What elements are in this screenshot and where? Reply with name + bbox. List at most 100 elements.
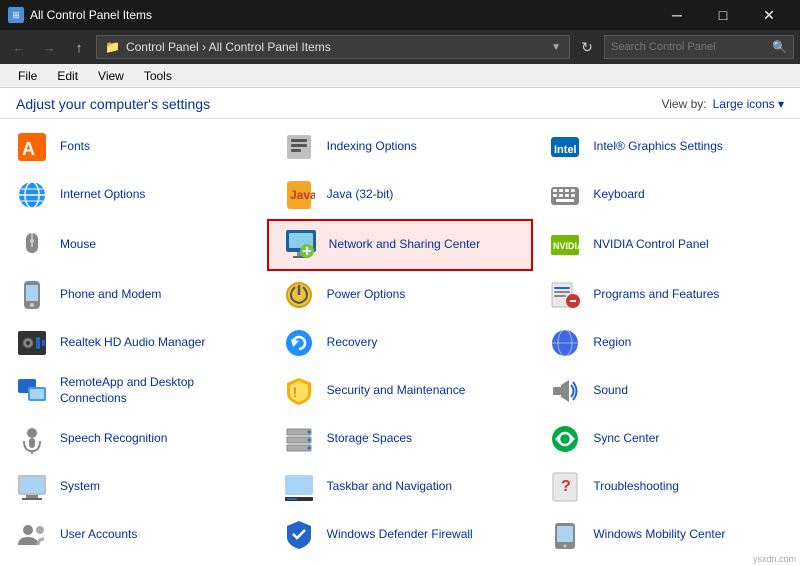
app-icon: ⊞ — [8, 7, 24, 23]
up-button[interactable]: ↑ — [66, 34, 92, 60]
grid-item-sync[interactable]: Sync Center — [533, 415, 800, 463]
svg-text:NVIDIA: NVIDIA — [553, 241, 581, 251]
address-text: Control Panel › All Control Panel Items — [126, 40, 545, 54]
user-accounts-icon — [14, 517, 50, 553]
address-bar[interactable]: 📁 Control Panel › All Control Panel Item… — [96, 35, 570, 59]
system-icon — [14, 469, 50, 505]
grid-item-phone-modem[interactable]: Phone and Modem — [0, 271, 267, 319]
grid-item-windows-to[interactable]: Windows To… — [0, 559, 267, 566]
svg-text:Java: Java — [290, 188, 315, 202]
grid-item-storage[interactable]: Storage Spaces — [267, 415, 534, 463]
security-maintenance-icon: ! — [281, 373, 317, 409]
grid-item-power-options[interactable]: Power Options — [267, 271, 534, 319]
taskbar-label: Taskbar and Navigation — [327, 479, 452, 495]
keyboard-icon — [547, 177, 583, 213]
security-maintenance-label: Security and Maintenance — [327, 383, 466, 399]
remoteapp-label: RemoteApp and Desktop Connections — [60, 375, 253, 406]
grid-item-intel-graphics[interactable]: Intel Intel® Graphics Settings — [533, 123, 800, 171]
search-input[interactable] — [611, 41, 768, 53]
grid-item-internet-options[interactable]: Internet Options — [0, 171, 267, 219]
grid-item-speech[interactable]: Speech Recognition — [0, 415, 267, 463]
menu-item-file[interactable]: File — [8, 67, 47, 85]
recovery-icon — [281, 325, 317, 361]
grid-item-network-sharing[interactable]: Network and Sharing Center — [267, 219, 534, 271]
grid-item-user-accounts[interactable]: User Accounts — [0, 511, 267, 559]
grid-item-java[interactable]: Java Java (32-bit) — [267, 171, 534, 219]
content-area: Adjust your computer's settings View by:… — [0, 88, 800, 566]
grid-item-troubleshooting[interactable]: ?Troubleshooting — [533, 463, 800, 511]
intel-graphics-label: Intel® Graphics Settings — [593, 139, 723, 155]
content-header: Adjust your computer's settings View by:… — [0, 88, 800, 119]
taskbar-icon — [281, 469, 317, 505]
grid-item-indexing-options[interactable]: Indexing Options — [267, 123, 534, 171]
grid-item-recovery[interactable]: Recovery — [267, 319, 534, 367]
refresh-button[interactable]: ↻ — [574, 34, 600, 60]
grid-item-system[interactable]: System — [0, 463, 267, 511]
sync-label: Sync Center — [593, 431, 659, 447]
grid-item-security-maintenance[interactable]: ! Security and Maintenance — [267, 367, 534, 415]
phone-modem-icon — [14, 277, 50, 313]
view-by-control: View by: Large icons ▾ — [661, 97, 784, 111]
grid-item-region[interactable]: Region — [533, 319, 800, 367]
internet-options-label: Internet Options — [60, 187, 145, 203]
window-title: All Control Panel Items — [30, 8, 152, 22]
svg-text:?: ? — [561, 478, 571, 495]
java-label: Java (32-bit) — [327, 187, 394, 203]
svg-text:Intel: Intel — [554, 144, 577, 156]
windows-defender-label: Windows Defender Firewall — [327, 527, 473, 543]
sound-label: Sound — [593, 383, 628, 399]
menu-item-tools[interactable]: Tools — [134, 67, 182, 85]
fonts-icon: A — [14, 129, 50, 165]
java-icon: Java — [281, 177, 317, 213]
grid-item-windows-mobility[interactable]: Windows Mobility Center — [533, 511, 800, 559]
maximize-button[interactable]: □ — [700, 0, 746, 30]
grid-item-remoteapp[interactable]: RemoteApp and Desktop Connections — [0, 367, 267, 415]
phone-modem-label: Phone and Modem — [60, 287, 161, 303]
page-title: Adjust your computer's settings — [16, 96, 210, 112]
speech-icon — [14, 421, 50, 457]
sound-icon — [547, 373, 583, 409]
grid-item-taskbar[interactable]: Taskbar and Navigation — [267, 463, 534, 511]
grid-item-sound[interactable]: Sound — [533, 367, 800, 415]
title-bar: ⊞ All Control Panel Items ─ □ ✕ — [0, 0, 800, 30]
grid-item-realtek[interactable]: Realtek HD Audio Manager — [0, 319, 267, 367]
close-button[interactable]: ✕ — [746, 0, 792, 30]
grid-item-keyboard[interactable]: Keyboard — [533, 171, 800, 219]
grid-item-windows-defender[interactable]: Windows Defender Firewall — [267, 511, 534, 559]
user-accounts-label: User Accounts — [60, 527, 137, 543]
power-options-icon — [281, 277, 317, 313]
network-sharing-label: Network and Sharing Center — [329, 237, 480, 253]
view-by-link[interactable]: Large icons ▾ — [713, 97, 784, 111]
search-bar[interactable]: 🔍 — [604, 35, 794, 59]
title-bar-controls: ─ □ ✕ — [654, 0, 792, 30]
storage-icon — [281, 421, 317, 457]
menu-item-view[interactable]: View — [88, 67, 134, 85]
region-label: Region — [593, 335, 631, 351]
intel-graphics-icon: Intel — [547, 129, 583, 165]
keyboard-label: Keyboard — [593, 187, 644, 203]
minimize-button[interactable]: ─ — [654, 0, 700, 30]
sync-icon — [547, 421, 583, 457]
network-sharing-icon — [283, 227, 319, 263]
remoteapp-icon — [14, 373, 50, 409]
forward-button[interactable]: → — [36, 34, 62, 60]
grid-item-mouse[interactable]: Mouse — [0, 219, 267, 271]
fonts-label: Fonts — [60, 139, 90, 155]
address-icon: 📁 — [105, 40, 120, 54]
troubleshooting-icon: ? — [547, 469, 583, 505]
indexing-options-label: Indexing Options — [327, 139, 417, 155]
nvidia-label: NVIDIA Control Panel — [593, 237, 708, 253]
windows-defender-icon — [281, 517, 317, 553]
power-options-label: Power Options — [327, 287, 406, 303]
grid-item-programs-features[interactable]: Programs and Features — [533, 271, 800, 319]
grid-item-fonts[interactable]: A Fonts — [0, 123, 267, 171]
view-by-label: View by: — [661, 97, 706, 111]
grid-item-nvidia[interactable]: NVIDIA NVIDIA Control Panel — [533, 219, 800, 271]
programs-features-icon — [547, 277, 583, 313]
menu-item-edit[interactable]: Edit — [47, 67, 88, 85]
back-button[interactable]: ← — [6, 34, 32, 60]
mouse-icon — [14, 227, 50, 263]
realtek-label: Realtek HD Audio Manager — [60, 335, 205, 351]
search-icon[interactable]: 🔍 — [772, 40, 787, 54]
realtek-icon — [14, 325, 50, 361]
